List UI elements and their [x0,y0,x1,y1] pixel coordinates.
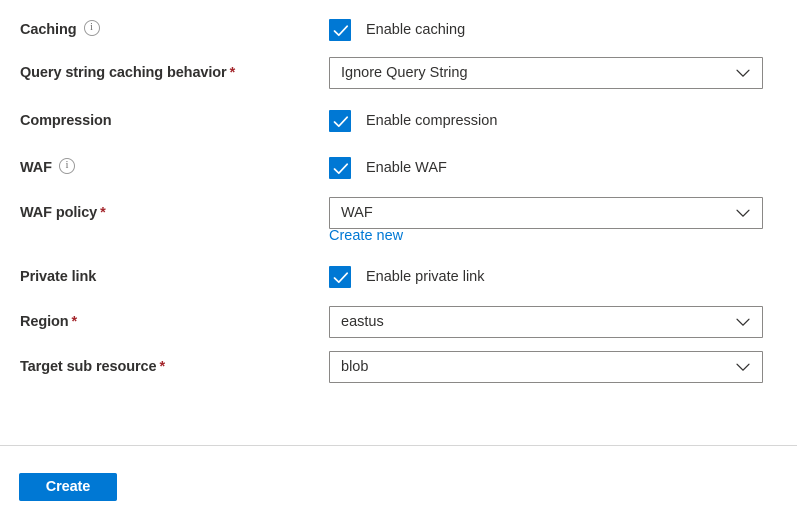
field-label-text: Query string caching behavior [20,65,227,81]
field-label-text: Caching [20,22,77,38]
required-asterisk: * [229,65,236,81]
enable-waf-label: Enable WAF [366,160,447,176]
form-row-target-sub-resource: Target sub resource * blob [0,350,797,384]
enable-compression-checkbox[interactable] [329,110,351,132]
settings-form: Caching Enable caching Query string cach… [0,0,797,445]
query-string-caching-behavior-dropdown[interactable]: Ignore Query String [329,57,763,89]
create-new-waf-policy-link[interactable]: Create new [329,228,403,244]
enable-compression-checkbox-group[interactable]: Enable compression [329,104,497,138]
info-icon[interactable] [83,20,100,36]
required-asterisk: * [100,205,106,221]
check-icon [333,163,349,175]
enable-private-link-label: Enable private link [366,269,485,285]
enable-caching-checkbox-group[interactable]: Enable caching [329,13,465,47]
field-label-text: Region [20,314,69,330]
field-label-waf: WAF [20,151,75,185]
enable-waf-checkbox[interactable] [329,157,351,179]
chevron-down-icon [736,209,750,218]
field-label-text: WAF [20,160,52,176]
enable-caching-checkbox[interactable] [329,19,351,41]
field-label-waf-policy: WAF policy * [20,196,106,230]
field-label-private-link: Private link [20,260,96,294]
field-label-text: Private link [20,269,97,285]
target-sub-resource-dropdown[interactable]: blob [329,351,763,383]
form-row-waf: WAF Enable WAF [0,151,797,185]
form-row-private-link: Private link Enable private link [0,260,797,294]
waf-policy-dropdown[interactable]: WAF [329,197,763,229]
field-label-region: Region * [20,305,77,339]
form-row-compression: Compression Enable compression [0,104,797,138]
enable-private-link-checkbox-group[interactable]: Enable private link [329,260,485,294]
chevron-down-icon [736,363,750,372]
field-label-text: Compression [20,113,112,129]
enable-private-link-checkbox[interactable] [329,266,351,288]
field-label-caching: Caching [20,13,100,47]
field-label-target-sub-resource: Target sub resource * [20,350,165,384]
field-label-text: WAF policy [20,205,98,221]
form-row-region: Region * eastus [0,305,797,339]
enable-caching-label: Enable caching [366,22,466,38]
chevron-down-icon [736,69,750,78]
form-row-caching: Caching Enable caching [0,13,797,47]
dropdown-value: WAF [341,205,373,221]
required-asterisk: * [159,359,165,375]
check-icon [333,25,349,37]
form-row-query-string-caching-behavior: Query string caching behavior * Ignore Qu… [0,56,797,90]
required-asterisk: * [71,314,78,330]
info-icon[interactable] [58,158,75,174]
dropdown-value: Ignore Query String [341,65,468,81]
dropdown-value: blob [341,359,369,375]
footer-bar: Create [0,446,797,515]
field-label-compression: Compression [20,104,112,138]
enable-compression-label: Enable compression [366,113,498,129]
check-icon [333,116,349,128]
dropdown-value: eastus [341,314,384,330]
enable-waf-checkbox-group[interactable]: Enable WAF [329,151,447,185]
create-button[interactable]: Create [19,473,117,501]
form-row-waf-policy: WAF policy * WAF [0,196,797,230]
check-icon [333,272,349,284]
field-label-query-string-caching-behavior: Query string caching behavior * [20,56,235,90]
region-dropdown[interactable]: eastus [329,306,763,338]
chevron-down-icon [736,318,750,327]
field-label-text: Target sub resource [20,359,157,375]
